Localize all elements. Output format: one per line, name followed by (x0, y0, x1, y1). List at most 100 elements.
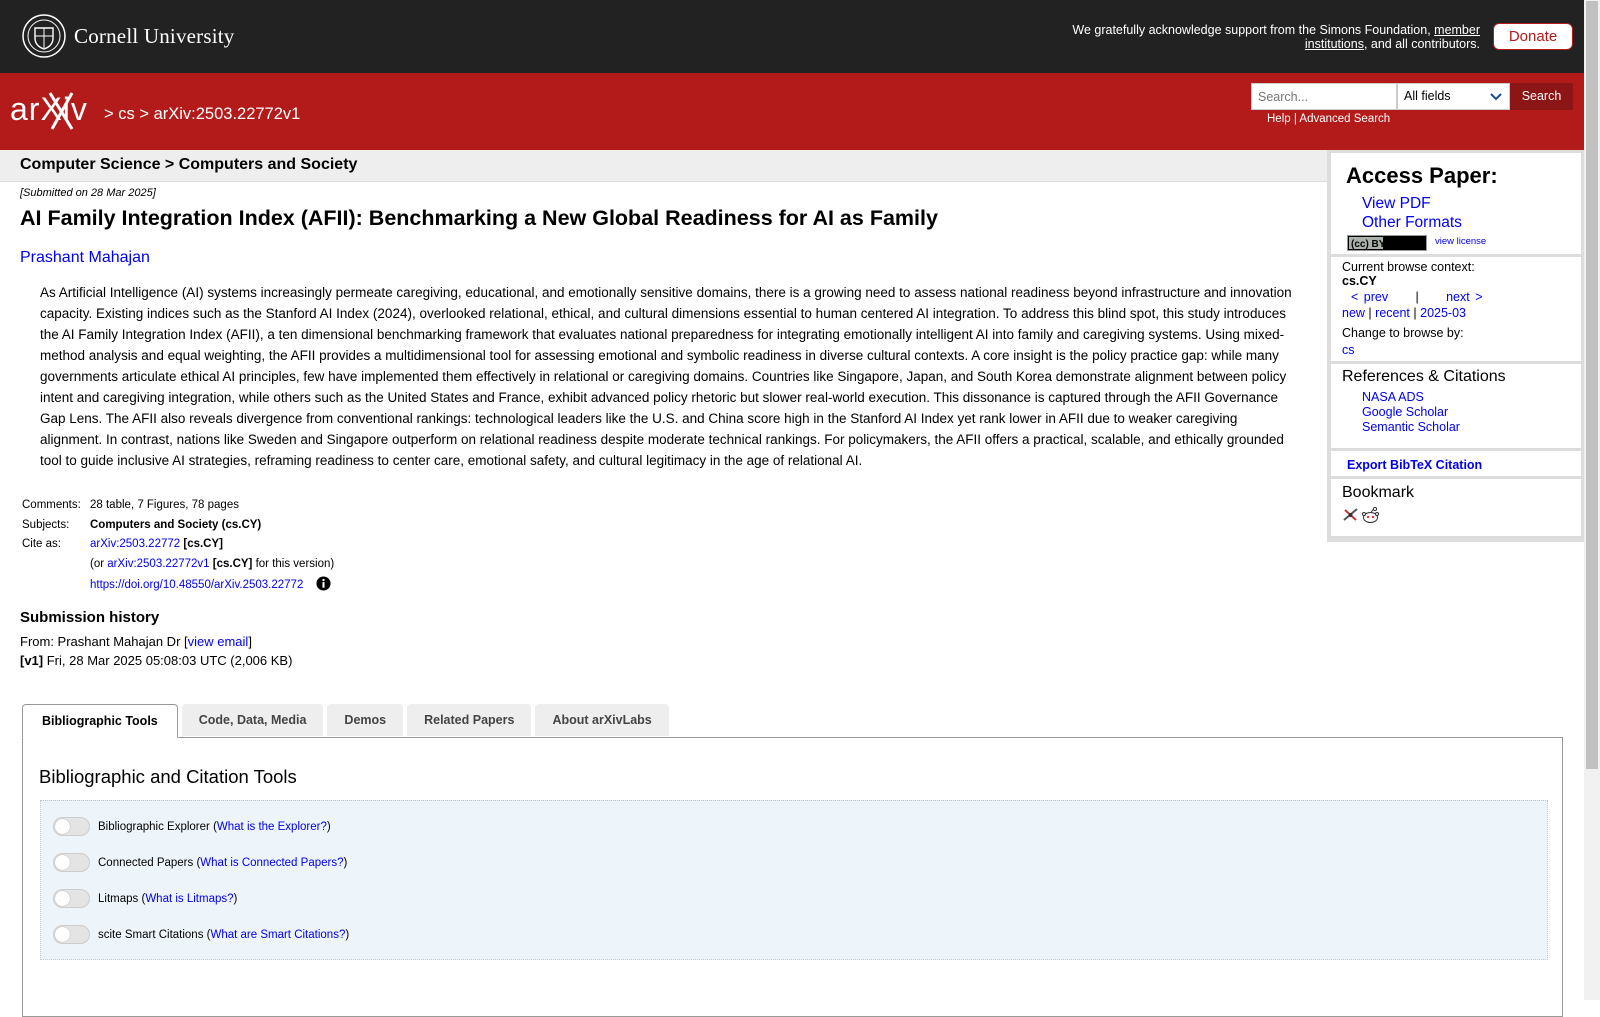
change-browse-nav: cs (1342, 343, 1570, 357)
arxiv-logo-text: arXiv (10, 91, 88, 127)
list-links: new | recent | 2025-03 (1342, 306, 1570, 320)
bookmark-heading: Bookmark (1342, 484, 1415, 501)
ref-item: Google Scholar (1362, 405, 1570, 420)
view-pdf-link[interactable]: View PDF (1362, 195, 1431, 213)
labs-tabs: Bibliographic Tools Code, Data, Media De… (22, 704, 673, 738)
next-link[interactable]: next > (1446, 290, 1482, 304)
page-scrollbar[interactable] (1584, 0, 1600, 1000)
tool-name: Bibliographic Explorer (98, 820, 210, 833)
bookmark-box: Bookmark (1331, 479, 1581, 536)
nav-separator: | (1413, 306, 1417, 320)
toggle-knob (55, 927, 70, 942)
doi-row: https://doi.org/10.48550/arXiv.2503.2277… (20, 574, 336, 596)
toggle-knob (55, 819, 70, 834)
subjects-row: Subjects: Computers and Society (cs.CY) (20, 516, 336, 536)
arxiv-header: arXiv > cs > arXiv:2503.22772v1 All fiel… (0, 73, 1584, 150)
recent-link[interactable]: recent (1375, 306, 1410, 320)
bibtex-box: Export BibTeX Citation (1331, 451, 1581, 476)
help-link[interactable]: Help (1267, 113, 1291, 125)
tool-row: Litmaps (What is Litmaps?) (53, 889, 237, 908)
right-sidebar: Access Paper: View PDF Other Formats (cc… (1327, 150, 1585, 542)
tab-code-data-media[interactable]: Code, Data, Media (181, 704, 324, 736)
submission-history-heading: Submission history (20, 609, 160, 626)
arxiv-logo[interactable]: arXiv (10, 91, 100, 131)
browse-cs-link[interactable]: cs (1342, 343, 1355, 357)
toggle-knob (55, 891, 70, 906)
view-email-link[interactable]: view email (188, 634, 249, 649)
tool-info-link[interactable]: What is the Explorer? (217, 821, 327, 833)
tab-related-papers[interactable]: Related Papers (407, 704, 532, 736)
submission-version-v1: [v1] Fri, 28 Mar 2025 05:08:03 UTC (2,00… (20, 653, 292, 668)
doi-value: https://doi.org/10.48550/arXiv.2503.2277… (88, 574, 336, 596)
browse-context-label: Current browse context: (1342, 260, 1475, 274)
tool-info-link[interactable]: What are Smart Citations? (210, 929, 345, 941)
paper-title: AI Family Integration Index (AFII): Benc… (20, 206, 938, 230)
advanced-search-link[interactable]: Advanced Search (1299, 113, 1390, 125)
browse-context-value: cs.CY (1342, 274, 1377, 288)
links-separator: | (1293, 113, 1297, 125)
version-category: [cs.CY] (212, 557, 253, 570)
tab-demos[interactable]: Demos (327, 704, 404, 736)
info-icon[interactable] (316, 576, 331, 591)
bibliographic-explorer-toggle[interactable] (53, 817, 90, 836)
tab-bibliographic-tools[interactable]: Bibliographic Tools (22, 704, 178, 738)
breadcrumb-cs[interactable]: cs (118, 105, 135, 123)
donate-button[interactable]: Donate (1493, 23, 1573, 50)
search-button[interactable]: Search (1510, 83, 1573, 110)
version-label: [v1] (20, 653, 44, 668)
breadcrumb: > cs > arXiv:2503.22772v1 (104, 105, 300, 124)
cite-value: arXiv:2503.22772 [cs.CY] (88, 535, 336, 555)
author-link[interactable]: Prashant Mahajan (20, 249, 150, 267)
search-field-select[interactable]: All fields (1397, 83, 1510, 110)
subjects-value: Computers and Society (cs.CY) (90, 518, 262, 531)
tool-name: scite Smart Citations (98, 928, 204, 941)
version-date: Fri, 28 Mar 2025 05:08:03 UTC (2,006 KB) (43, 653, 293, 668)
google-scholar-link[interactable]: Google Scholar (1362, 405, 1448, 419)
scite-toggle[interactable] (53, 925, 90, 944)
view-license-link[interactable]: view license (1435, 236, 1486, 247)
litmaps-toggle[interactable] (53, 889, 90, 908)
bibsonomy-icon[interactable] (1342, 506, 1359, 523)
tool-name: Connected Papers (98, 856, 194, 869)
license-badge-text: (cc) BY (1351, 239, 1386, 250)
access-paper-box: Access Paper: View PDF Other Formats (cc… (1331, 153, 1581, 254)
cornell-university-name: Cornell University (74, 23, 235, 48)
category-subheader: Computer Science > Computers and Society (0, 150, 1327, 182)
semantic-scholar-link[interactable]: Semantic Scholar (1362, 420, 1460, 434)
month-link[interactable]: 2025-03 (1420, 306, 1466, 320)
cornell-seal-icon (22, 14, 66, 58)
new-link[interactable]: new (1342, 306, 1365, 320)
version-suffix: for this version) (252, 557, 335, 570)
tool-info-link[interactable]: What is Connected Papers? (200, 857, 343, 869)
comments-value: 28 table, 7 Figures, 78 pages (90, 499, 239, 511)
other-formats-link[interactable]: Other Formats (1362, 214, 1462, 232)
nasa-ads-link[interactable]: NASA ADS (1362, 390, 1424, 404)
breadcrumb-separator: > (139, 105, 149, 123)
references-list: NASA ADS Google Scholar Semantic Scholar (1342, 390, 1570, 435)
reddit-icon[interactable] (1361, 506, 1380, 525)
chevron-down-icon (1490, 93, 1502, 101)
cite-category: [cs.CY] (183, 538, 223, 550)
prev-link[interactable]: < prev (1351, 290, 1388, 304)
ref-item: NASA ADS (1362, 390, 1570, 405)
connected-papers-toggle[interactable] (53, 853, 90, 872)
doi-link[interactable]: https://doi.org/10.48550/arXiv.2503.2277… (90, 579, 303, 591)
support-acknowledgement: We gratefully acknowledge support from t… (1050, 23, 1480, 51)
ref-item: Semantic Scholar (1362, 420, 1570, 435)
submitted-date: [Submitted on 28 Mar 2025] (20, 187, 156, 199)
tab-about-arxivlabs[interactable]: About arXivLabs (535, 704, 669, 736)
export-bibtex-link[interactable]: Export BibTeX Citation (1347, 458, 1482, 472)
cc-by-license-icon[interactable]: (cc) BY (1347, 235, 1427, 251)
cite-id-link[interactable]: arXiv:2503.22772 (90, 538, 180, 550)
comments-label: Comments: (22, 499, 81, 511)
cornell-logo[interactable]: Cornell University (22, 14, 235, 58)
search-field-value: All fields (1404, 89, 1451, 103)
prev-next-nav: < prev | next > (1342, 290, 1570, 304)
tool-info-link[interactable]: What is Litmaps? (145, 893, 233, 905)
version-id-link[interactable]: arXiv:2503.22772v1 (107, 558, 209, 570)
scrollbar-thumb[interactable] (1586, 1, 1598, 769)
version-value: (or arXiv:2503.22772v1 [cs.CY] for this … (88, 555, 336, 575)
panel-title: Bibliographic and Citation Tools (39, 766, 297, 787)
bookmark-icons (1342, 506, 1570, 525)
search-input[interactable] (1251, 83, 1397, 110)
